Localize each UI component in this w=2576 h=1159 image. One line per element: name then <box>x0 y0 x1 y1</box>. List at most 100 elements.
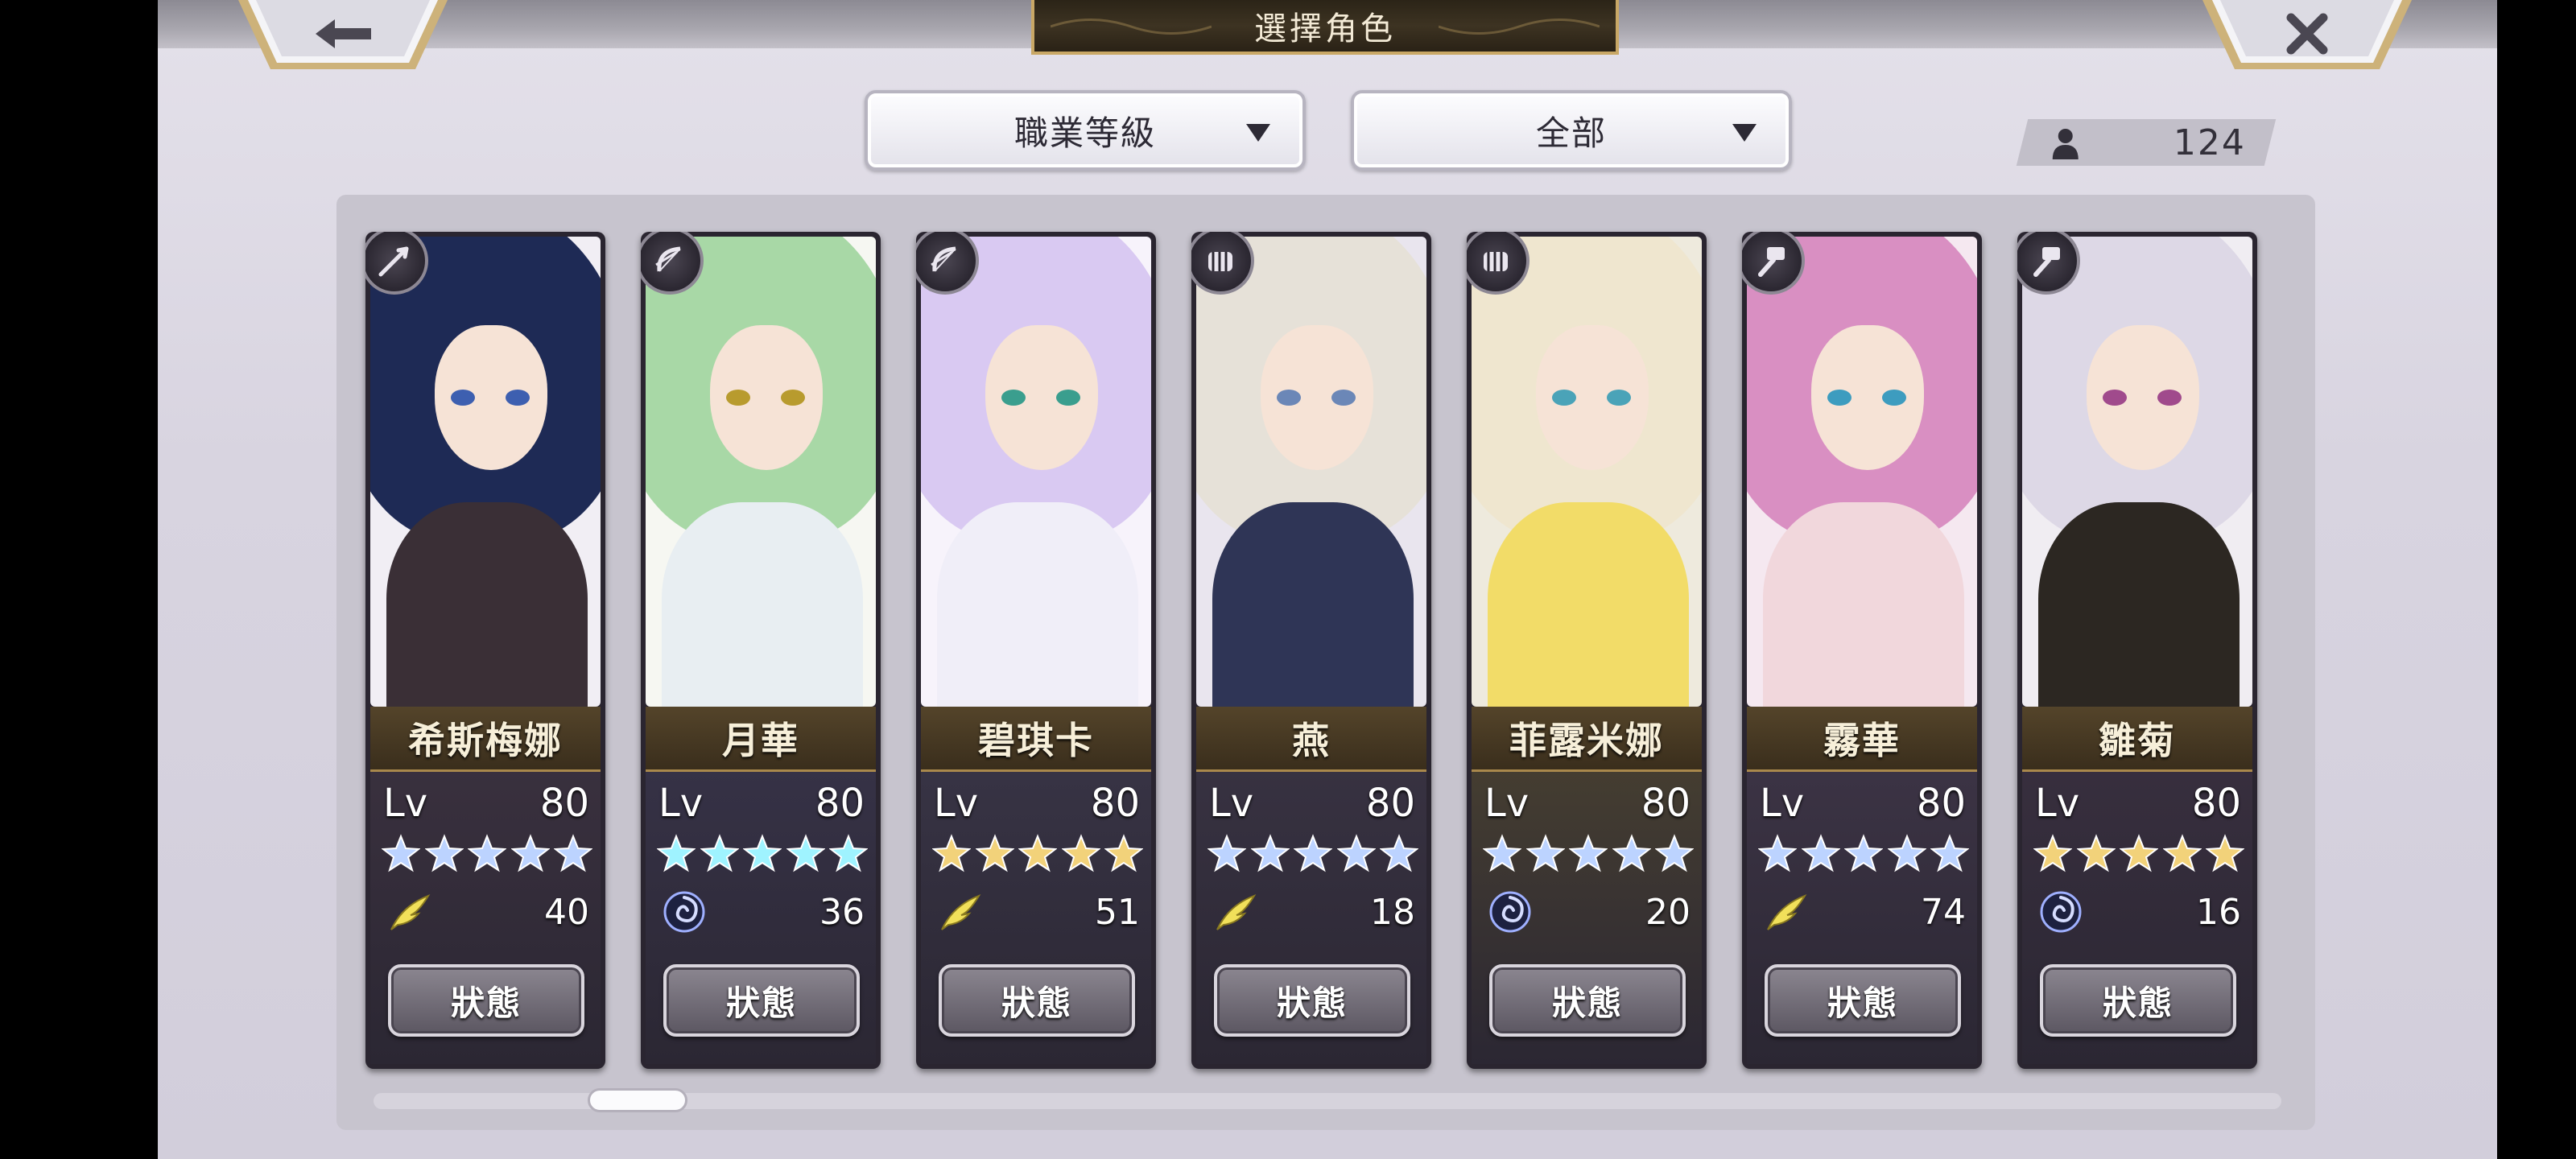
character-name-plate: 雛菊 <box>2022 707 2252 772</box>
element-row: 36 <box>662 885 865 938</box>
star-icon <box>932 834 971 872</box>
character-count-badge: 124 <box>2016 119 2277 166</box>
status-button[interactable]: 狀態 <box>1214 964 1410 1037</box>
star-icon <box>743 834 782 872</box>
character-card[interactable]: 霧華 Lv 80 74 狀態 <box>1742 232 1982 1069</box>
portrait-eye <box>781 390 805 406</box>
character-count: 124 <box>2174 122 2246 163</box>
status-button-label: 狀態 <box>1551 983 1623 1023</box>
status-button-label: 狀態 <box>1001 983 1072 1023</box>
portrait-eye <box>726 390 750 406</box>
portrait-eye <box>1001 390 1026 406</box>
star-icon <box>2162 834 2202 872</box>
element-row: 20 <box>1488 885 1690 938</box>
character-portrait[interactable] <box>2022 237 2252 707</box>
element-value: 16 <box>2196 891 2241 933</box>
star-icon <box>510 834 550 872</box>
character-portrait[interactable] <box>1472 237 1702 707</box>
swirl-icon <box>1489 891 1531 933</box>
portrait-eye <box>1277 390 1301 406</box>
ornament-right <box>1439 19 1600 35</box>
character-name-plate: 霧華 <box>1747 707 1977 772</box>
portrait-outfit <box>662 502 863 707</box>
portrait-eye <box>2157 390 2182 406</box>
star-icon <box>554 834 592 872</box>
element-value: 36 <box>819 891 865 933</box>
star-rating <box>382 834 592 874</box>
scrollbar-thumb[interactable] <box>588 1088 687 1112</box>
character-card[interactable]: 希斯梅娜 Lv 80 40 狀態 <box>365 232 605 1069</box>
close-x-icon <box>2202 0 2412 69</box>
level-row: Lv 80 <box>934 779 1140 827</box>
level-row: Lv 80 <box>1209 779 1415 827</box>
wind-feather-icon <box>941 894 981 930</box>
portrait-eye <box>1882 390 1906 406</box>
category-dropdown-label: 全部 <box>1535 113 1607 153</box>
portrait-outfit <box>1212 502 1414 707</box>
title-plate: 選擇角色 <box>1031 0 1619 55</box>
horizontal-scrollbar[interactable] <box>374 1088 2281 1112</box>
character-portrait[interactable] <box>921 237 1151 707</box>
status-button[interactable]: 狀態 <box>2040 964 2236 1037</box>
character-card[interactable]: 菲露米娜 Lv 80 20 狀態 <box>1467 232 1707 1069</box>
wind-feather-icon <box>390 894 431 930</box>
character-portrait[interactable] <box>1747 237 1977 707</box>
star-icon <box>1380 834 1418 872</box>
portrait-outfit <box>1488 502 1689 707</box>
back-button[interactable] <box>238 0 448 71</box>
ornament-left <box>1051 19 1212 35</box>
category-dropdown[interactable]: 全部 <box>1351 90 1792 171</box>
character-name: 雛菊 <box>2099 719 2176 762</box>
star-icon <box>1250 834 1290 872</box>
star-icon <box>2033 834 2072 872</box>
status-button-label: 狀態 <box>450 983 522 1023</box>
status-button-label: 狀態 <box>725 983 797 1023</box>
character-info: 希斯梅娜 Lv 80 40 狀態 <box>370 707 601 1064</box>
character-portrait[interactable] <box>646 237 876 707</box>
status-button[interactable]: 狀態 <box>1765 964 1961 1037</box>
star-icon <box>1758 834 1797 872</box>
character-name-plate: 燕 <box>1196 707 1426 772</box>
star-rating <box>1758 834 1969 874</box>
star-icon <box>1061 834 1100 872</box>
sort-dropdown[interactable]: 職業等級 <box>865 90 1306 171</box>
level-value: 80 <box>2191 781 2241 826</box>
character-card[interactable]: 雛菊 Lv 80 16 狀態 <box>2017 232 2257 1069</box>
portrait-outfit <box>937 502 1138 707</box>
star-icon <box>1569 834 1608 872</box>
star-icon <box>1930 834 1969 872</box>
star-icon <box>2076 834 2116 872</box>
close-button[interactable] <box>2202 0 2412 71</box>
character-name: 月華 <box>722 719 799 762</box>
level-value: 80 <box>815 781 865 826</box>
star-icon <box>1844 834 1883 872</box>
level-label: Lv <box>2035 781 2080 826</box>
character-name: 希斯梅娜 <box>408 719 563 762</box>
status-button[interactable]: 狀態 <box>1489 964 1686 1037</box>
element-row: 18 <box>1212 885 1415 938</box>
star-rating <box>2033 834 2244 874</box>
character-card[interactable]: 碧琪卡 Lv 80 51 狀態 <box>916 232 1156 1069</box>
character-name-plate: 希斯梅娜 <box>370 707 601 772</box>
character-card[interactable]: 燕 Lv 80 18 狀態 <box>1191 232 1431 1069</box>
status-button[interactable]: 狀態 <box>939 964 1135 1037</box>
star-icon <box>829 834 868 872</box>
star-icon <box>1294 834 1332 872</box>
status-button[interactable]: 狀態 <box>388 964 584 1037</box>
status-button[interactable]: 狀態 <box>663 964 860 1037</box>
character-info: 燕 Lv 80 18 狀態 <box>1196 707 1426 1064</box>
character-portrait[interactable] <box>370 237 601 707</box>
element-row: 16 <box>2038 885 2241 938</box>
element-value: 20 <box>1645 891 1690 933</box>
level-value: 80 <box>1090 781 1140 826</box>
element-value: 74 <box>1921 891 1966 933</box>
character-portrait[interactable] <box>1196 237 1426 707</box>
character-card[interactable]: 月華 Lv 80 36 狀態 <box>641 232 881 1069</box>
page-title: 選擇角色 <box>1254 10 1396 47</box>
character-name-plate: 碧琪卡 <box>921 707 1151 772</box>
level-value: 80 <box>1641 781 1690 826</box>
swirl-icon <box>2040 891 2082 933</box>
level-row: Lv 80 <box>383 779 589 827</box>
character-info: 月華 Lv 80 36 狀態 <box>646 707 876 1064</box>
level-row: Lv 80 <box>2035 779 2241 827</box>
